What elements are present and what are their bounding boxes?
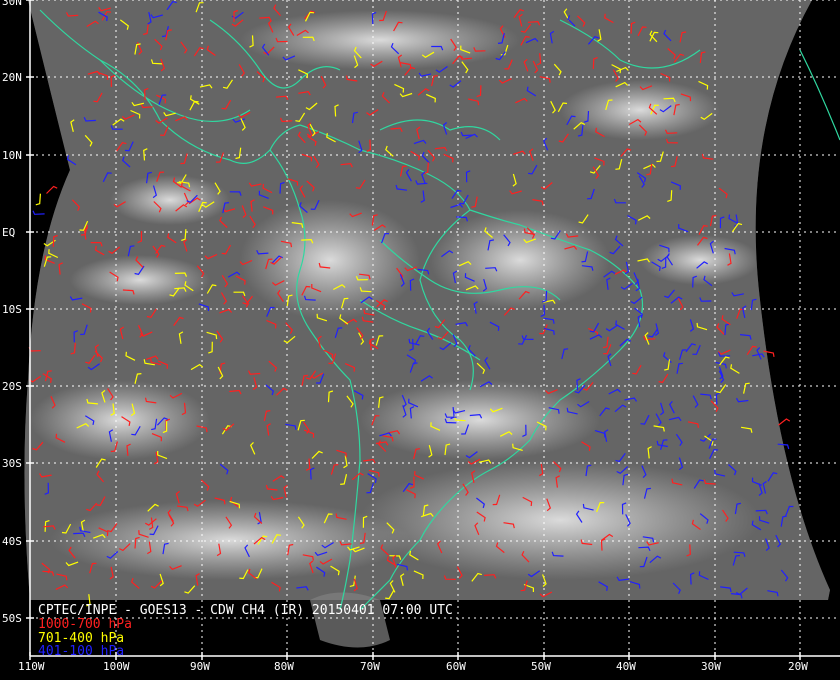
lat-label: 40S bbox=[2, 535, 22, 548]
lon-label: 50W bbox=[531, 660, 551, 673]
lat-label: 50S bbox=[2, 612, 22, 625]
image-credit: CPTEC/INPE - GOES13 - CDW CH4 (IR) 20150… bbox=[38, 603, 453, 618]
ir-imagery bbox=[24, 0, 830, 600]
lon-label: 20W bbox=[788, 660, 808, 673]
lat-label: 10S bbox=[2, 303, 22, 316]
legend-entry-low: 1000-700 hPa bbox=[38, 617, 132, 632]
lon-label: 60W bbox=[446, 660, 466, 673]
lon-label: 110W bbox=[18, 660, 45, 673]
lon-label: 30W bbox=[701, 660, 721, 673]
lat-label: 30N bbox=[2, 0, 22, 8]
lon-label: 40W bbox=[616, 660, 636, 673]
satellite-map bbox=[0, 0, 840, 680]
lat-label: EQ bbox=[2, 226, 16, 239]
lon-label: 100W bbox=[103, 660, 130, 673]
lat-label: 10N bbox=[2, 149, 22, 162]
lon-label: 70W bbox=[360, 660, 380, 673]
legend-entry-high: 401-100 hPa bbox=[38, 644, 125, 659]
lon-label: 80W bbox=[274, 660, 294, 673]
lat-label: 20S bbox=[2, 380, 22, 393]
lon-label: 90W bbox=[190, 660, 210, 673]
lat-label: 30S bbox=[2, 457, 22, 470]
lat-label: 20N bbox=[2, 71, 22, 84]
